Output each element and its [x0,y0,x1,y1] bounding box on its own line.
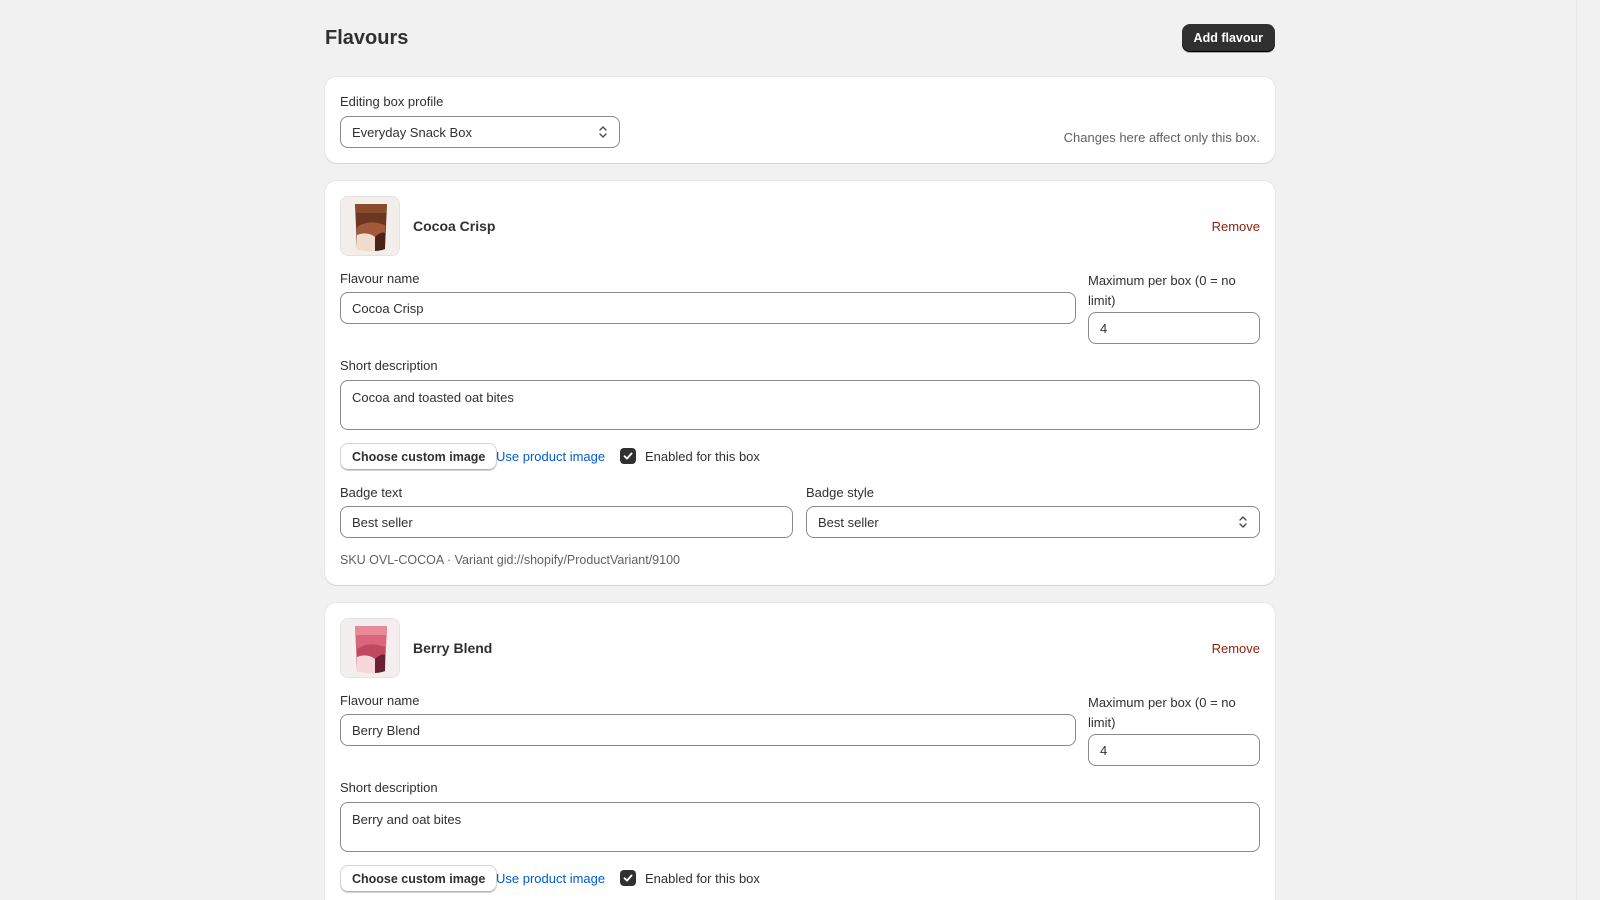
max-per-box-input[interactable]: 4 [1088,734,1260,766]
short-description-textarea[interactable]: Berry and oat bites [340,802,1260,852]
use-product-image-link[interactable]: Use product image [496,871,605,886]
use-product-image-link[interactable]: Use product image [496,449,605,464]
enabled-checkbox-row[interactable]: Enabled for this box [620,870,760,886]
badge-text-label: Badge text [340,485,403,500]
flavour-card: Cocoa Crisp Remove Flavour name Cocoa Cr… [325,181,1275,585]
choose-custom-image-button[interactable]: Choose custom image [340,865,498,893]
enabled-checkbox-label: Enabled for this box [645,870,760,886]
chevron-up-down-icon [1239,516,1247,528]
enabled-checkbox-row[interactable]: Enabled for this box [620,448,760,464]
flavour-card: Berry Blend Remove Flavour name Berry Bl… [325,603,1275,900]
box-profile-value: Everyday Snack Box [352,124,472,140]
add-flavour-button[interactable]: Add flavour [1181,24,1275,52]
sku-variant-meta: SKU OVL-COCOA · Variant gid://shopify/Pr… [340,553,680,567]
box-profile-select[interactable]: Everyday Snack Box [340,116,620,148]
profile-label: Editing box profile [340,94,444,109]
scrollbar[interactable] [1576,0,1600,900]
badge-style-label: Badge style [806,485,874,500]
flavour-name-label: Flavour name [340,271,420,286]
flavour-name-value: Berry Blend [352,722,420,738]
short-description-value: Berry and oat bites [352,812,462,827]
enabled-checkbox-label: Enabled for this box [645,448,760,464]
chevron-up-down-icon [599,126,607,138]
page-header: Flavours Add flavour [325,24,1275,52]
badge-style-value: Best seller [818,514,879,530]
profile-card: Editing box profile Everyday Snack Box C… [325,77,1275,163]
short-description-textarea[interactable]: Cocoa and toasted oat bites [340,380,1260,430]
max-per-box-value: 4 [1100,742,1108,758]
short-description-value: Cocoa and toasted oat bites [352,390,514,405]
flavour-title: Berry Blend [413,640,493,656]
checkmark-icon [623,452,633,460]
flavour-name-label: Flavour name [340,693,420,708]
badge-style-select[interactable]: Best seller [806,506,1260,538]
berry-pouch-image [341,619,399,677]
max-per-box-label: Maximum per box (0 = no limit) [1088,273,1236,308]
badge-text-input[interactable]: Best seller [340,506,793,538]
flavour-title: Cocoa Crisp [413,218,496,234]
enabled-checkbox[interactable] [620,870,636,886]
flavour-thumbnail [340,196,400,256]
short-description-label: Short description [340,780,438,795]
max-per-box-label: Maximum per box (0 = no limit) [1088,695,1236,730]
choose-custom-image-button[interactable]: Choose custom image [340,443,498,471]
max-per-box-input[interactable]: 4 [1088,312,1260,344]
max-per-box-value: 4 [1100,320,1108,336]
enabled-checkbox[interactable] [620,448,636,464]
flavour-name-value: Cocoa Crisp [352,300,424,316]
checkmark-icon [623,874,633,882]
badge-text-value: Best seller [352,514,413,530]
remove-link[interactable]: Remove [1212,219,1260,234]
flavour-thumbnail [340,618,400,678]
cocoa-pouch-image [341,197,399,255]
flavour-name-input[interactable]: Cocoa Crisp [340,292,1076,324]
flavour-name-input[interactable]: Berry Blend [340,714,1076,746]
page-title: Flavours [325,26,409,49]
short-description-label: Short description [340,358,438,373]
profile-help-text: Changes here affect only this box. [1063,130,1260,145]
remove-link[interactable]: Remove [1212,641,1260,656]
